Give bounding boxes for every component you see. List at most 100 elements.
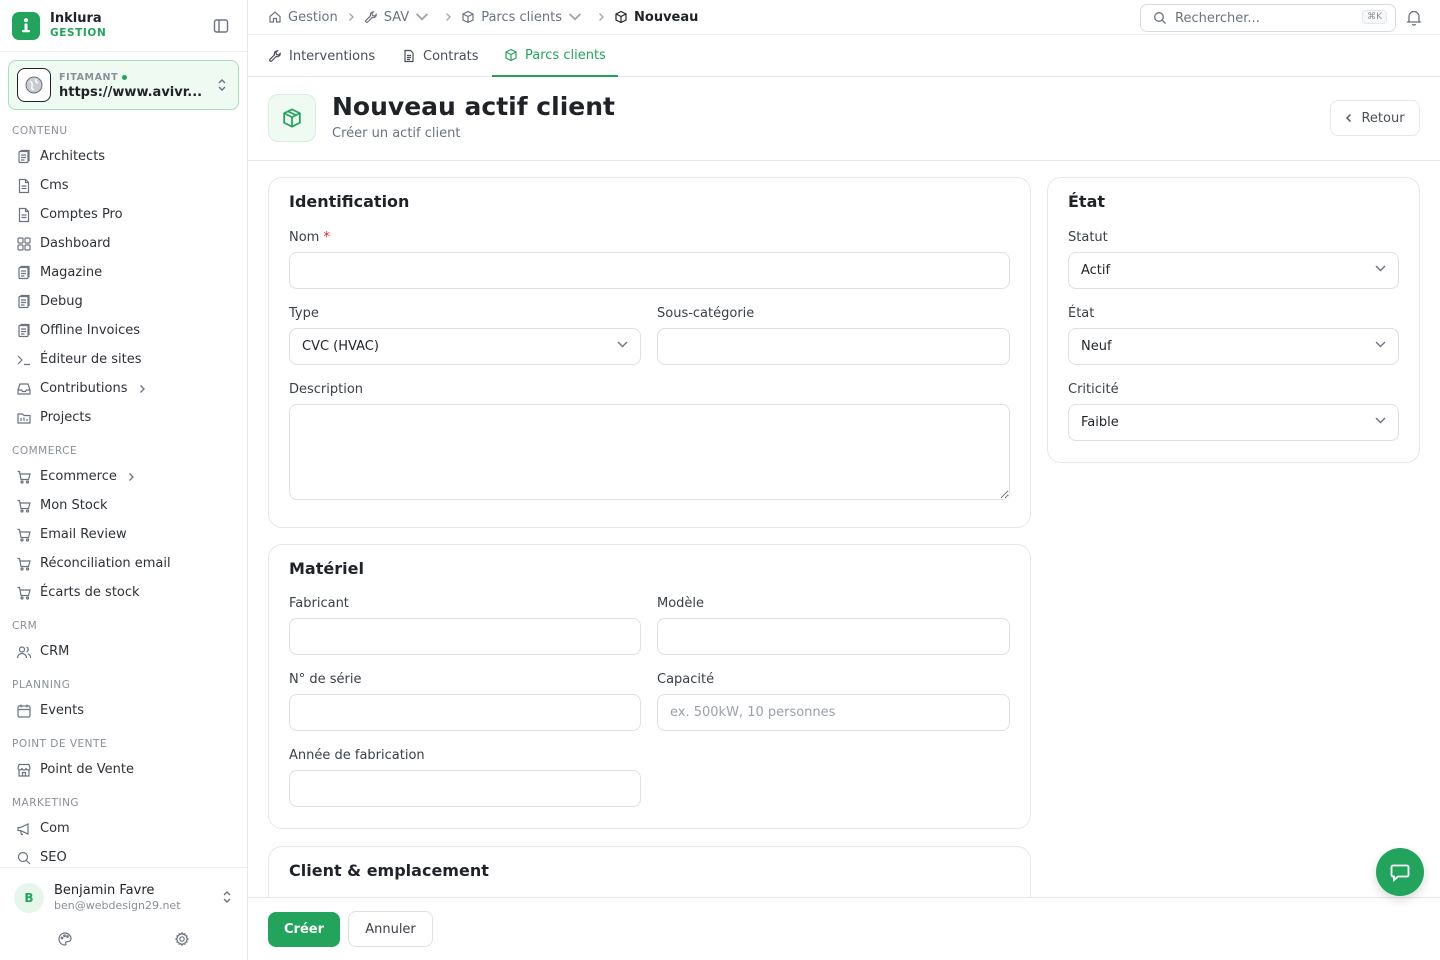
sidebar-item-reconciliation-email[interactable]: Réconciliation email [0, 549, 247, 578]
sidebar-item-architects[interactable]: Architects [0, 142, 247, 171]
nom-input[interactable] [289, 252, 1010, 289]
sidebar-footer [0, 927, 247, 951]
search-input[interactable] [1175, 10, 1355, 26]
type-select[interactable]: CVC (HVAC) [289, 328, 641, 365]
avatar: B [14, 882, 44, 913]
brand[interactable]: Inklura GESTION [0, 0, 247, 52]
sidebar-item-dashboard[interactable]: Dashboard [0, 229, 247, 258]
cancel-button[interactable]: Annuler [348, 911, 433, 947]
back-button[interactable]: Retour [1330, 100, 1420, 136]
document-icon [18, 178, 30, 193]
sidebar-item-contributions[interactable]: Contributions [0, 374, 247, 403]
chevron-down-icon [617, 341, 628, 348]
sidebar: Inklura GESTION FITAMANT https://www.avi… [0, 0, 248, 960]
sidebar-item-magazine[interactable]: Magazine [0, 258, 247, 287]
breadcrumb-parcs-clients[interactable]: Parcs clients [461, 10, 588, 25]
sidebar-item-debug[interactable]: Debug [0, 287, 247, 316]
breadcrumb-home-label: Gestion [288, 9, 338, 25]
chat-button[interactable] [1376, 848, 1424, 896]
etat-select[interactable]: Neuf [1068, 328, 1399, 365]
sidebar-item-projects[interactable]: Projects [0, 403, 247, 432]
form-actions: Créer Annuler [248, 897, 1440, 960]
sidebar-section-title: CONTENU [12, 125, 68, 137]
sidebar-item-email-review[interactable]: Email Review [0, 520, 247, 549]
sidebar-item-label: Magazine [40, 265, 103, 280]
cart-icon [17, 528, 31, 542]
user-menu[interactable]: B Benjamin Favre ben@webdesign29.net [0, 867, 247, 927]
document-stack-icon [18, 149, 30, 163]
sidebar-toggle-icon[interactable] [212, 17, 230, 35]
capacite-input[interactable] [657, 694, 1010, 731]
annee-fabrication-label: Année de fabrication [289, 748, 425, 763]
etat-label: État [1068, 306, 1095, 321]
sidebar-item-label: Com [40, 821, 70, 836]
chevron-right-icon [128, 472, 134, 481]
sous-categorie-input[interactable] [657, 328, 1010, 365]
sidebar-item-label: Contributions [40, 381, 128, 396]
statut-select[interactable]: Actif [1068, 252, 1399, 289]
sidebar-section-spacer [0, 432, 247, 436]
sidebar-item-ecommerce[interactable]: Ecommerce [0, 462, 247, 491]
section-tabs: Interventions Contrats Parcs clients [248, 35, 1440, 77]
sous-categorie-label: Sous-catégorie [657, 306, 755, 321]
site-label: FITAMANT [59, 70, 205, 85]
sidebar-item-events[interactable]: Events [0, 696, 247, 725]
sidebar-item-label: Dashboard [40, 236, 111, 251]
chevron-right-icon [597, 12, 605, 22]
materiel-title: Matériel [289, 559, 364, 578]
cart-icon [17, 586, 31, 600]
top-bar: Gestion SAV Parcs clients Nouveau ⌘K [248, 0, 1440, 35]
bell-icon[interactable] [1406, 9, 1422, 26]
box-icon [505, 48, 517, 62]
sidebar-item-label: Ecommerce [40, 469, 117, 484]
sidebar-item-crm[interactable]: CRM [0, 637, 247, 666]
description-label: Description [289, 382, 364, 397]
document-stack-icon [18, 265, 30, 279]
fabricant-label: Fabricant [289, 596, 349, 611]
tab-parcs-clients-label: Parcs clients [525, 47, 606, 63]
brand-subtitle: GESTION [50, 26, 107, 39]
breadcrumb-home[interactable]: Gestion [268, 10, 338, 25]
user-name: Benjamin Favre [54, 882, 155, 898]
sidebar-item-point-de-vente[interactable]: Point de Vente [0, 755, 247, 784]
client-emplacement-title: Client & emplacement [289, 861, 489, 880]
brand-logo-icon [12, 11, 40, 40]
sidebar-item-mon-stock[interactable]: Mon Stock [0, 491, 247, 520]
chat-bubble-icon [1390, 864, 1410, 882]
gear-icon[interactable] [174, 931, 190, 947]
chevron-down-icon [1375, 341, 1386, 348]
create-button[interactable]: Créer [268, 912, 340, 947]
user-email: ben@webdesign29.net [54, 898, 181, 912]
sidebar-section-spacer [0, 725, 247, 729]
sidebar-item-editeur-de-sites[interactable]: Éditeur de sites [0, 345, 247, 374]
chevron-left-icon [1346, 114, 1352, 122]
criticite-label: Criticité [1068, 382, 1119, 397]
users-icon [16, 645, 32, 658]
annee-fabrication-input[interactable] [289, 770, 641, 807]
sidebar-item-label: Éditeur de sites [40, 352, 142, 367]
site-switcher[interactable]: FITAMANT https://www.avivr... [8, 60, 239, 110]
tab-parcs-clients[interactable]: Parcs clients [492, 35, 618, 77]
numero-serie-input[interactable] [289, 694, 641, 731]
sidebar-item-cms[interactable]: Cms [0, 171, 247, 200]
sidebar-item-offline-invoices[interactable]: Offline Invoices [0, 316, 247, 345]
sidebar-item-seo[interactable]: SEO [0, 843, 247, 866]
sidebar-item-ecarts-de-stock[interactable]: Écarts de stock [0, 578, 247, 607]
tab-interventions-label: Interventions [289, 48, 376, 64]
criticite-select[interactable]: Faible [1068, 404, 1399, 441]
fabricant-input[interactable] [289, 618, 641, 655]
nom-label: Nom * [289, 230, 330, 245]
sidebar-item-label: Email Review [40, 527, 127, 542]
tab-contrats[interactable]: Contrats [402, 35, 479, 77]
inbox-icon [17, 382, 31, 395]
sidebar-item-comptes-pro[interactable]: Comptes Pro [0, 200, 247, 229]
box-icon [615, 10, 627, 24]
description-textarea[interactable] [289, 404, 1010, 500]
breadcrumb-sav[interactable]: SAV [364, 10, 435, 25]
document-stack-icon [18, 294, 30, 308]
tab-interventions[interactable]: Interventions [268, 35, 375, 77]
sidebar-item-com[interactable]: Com [0, 814, 247, 843]
search-box[interactable]: ⌘K [1140, 4, 1396, 32]
modele-input[interactable] [657, 618, 1010, 655]
palette-icon[interactable] [57, 931, 73, 947]
